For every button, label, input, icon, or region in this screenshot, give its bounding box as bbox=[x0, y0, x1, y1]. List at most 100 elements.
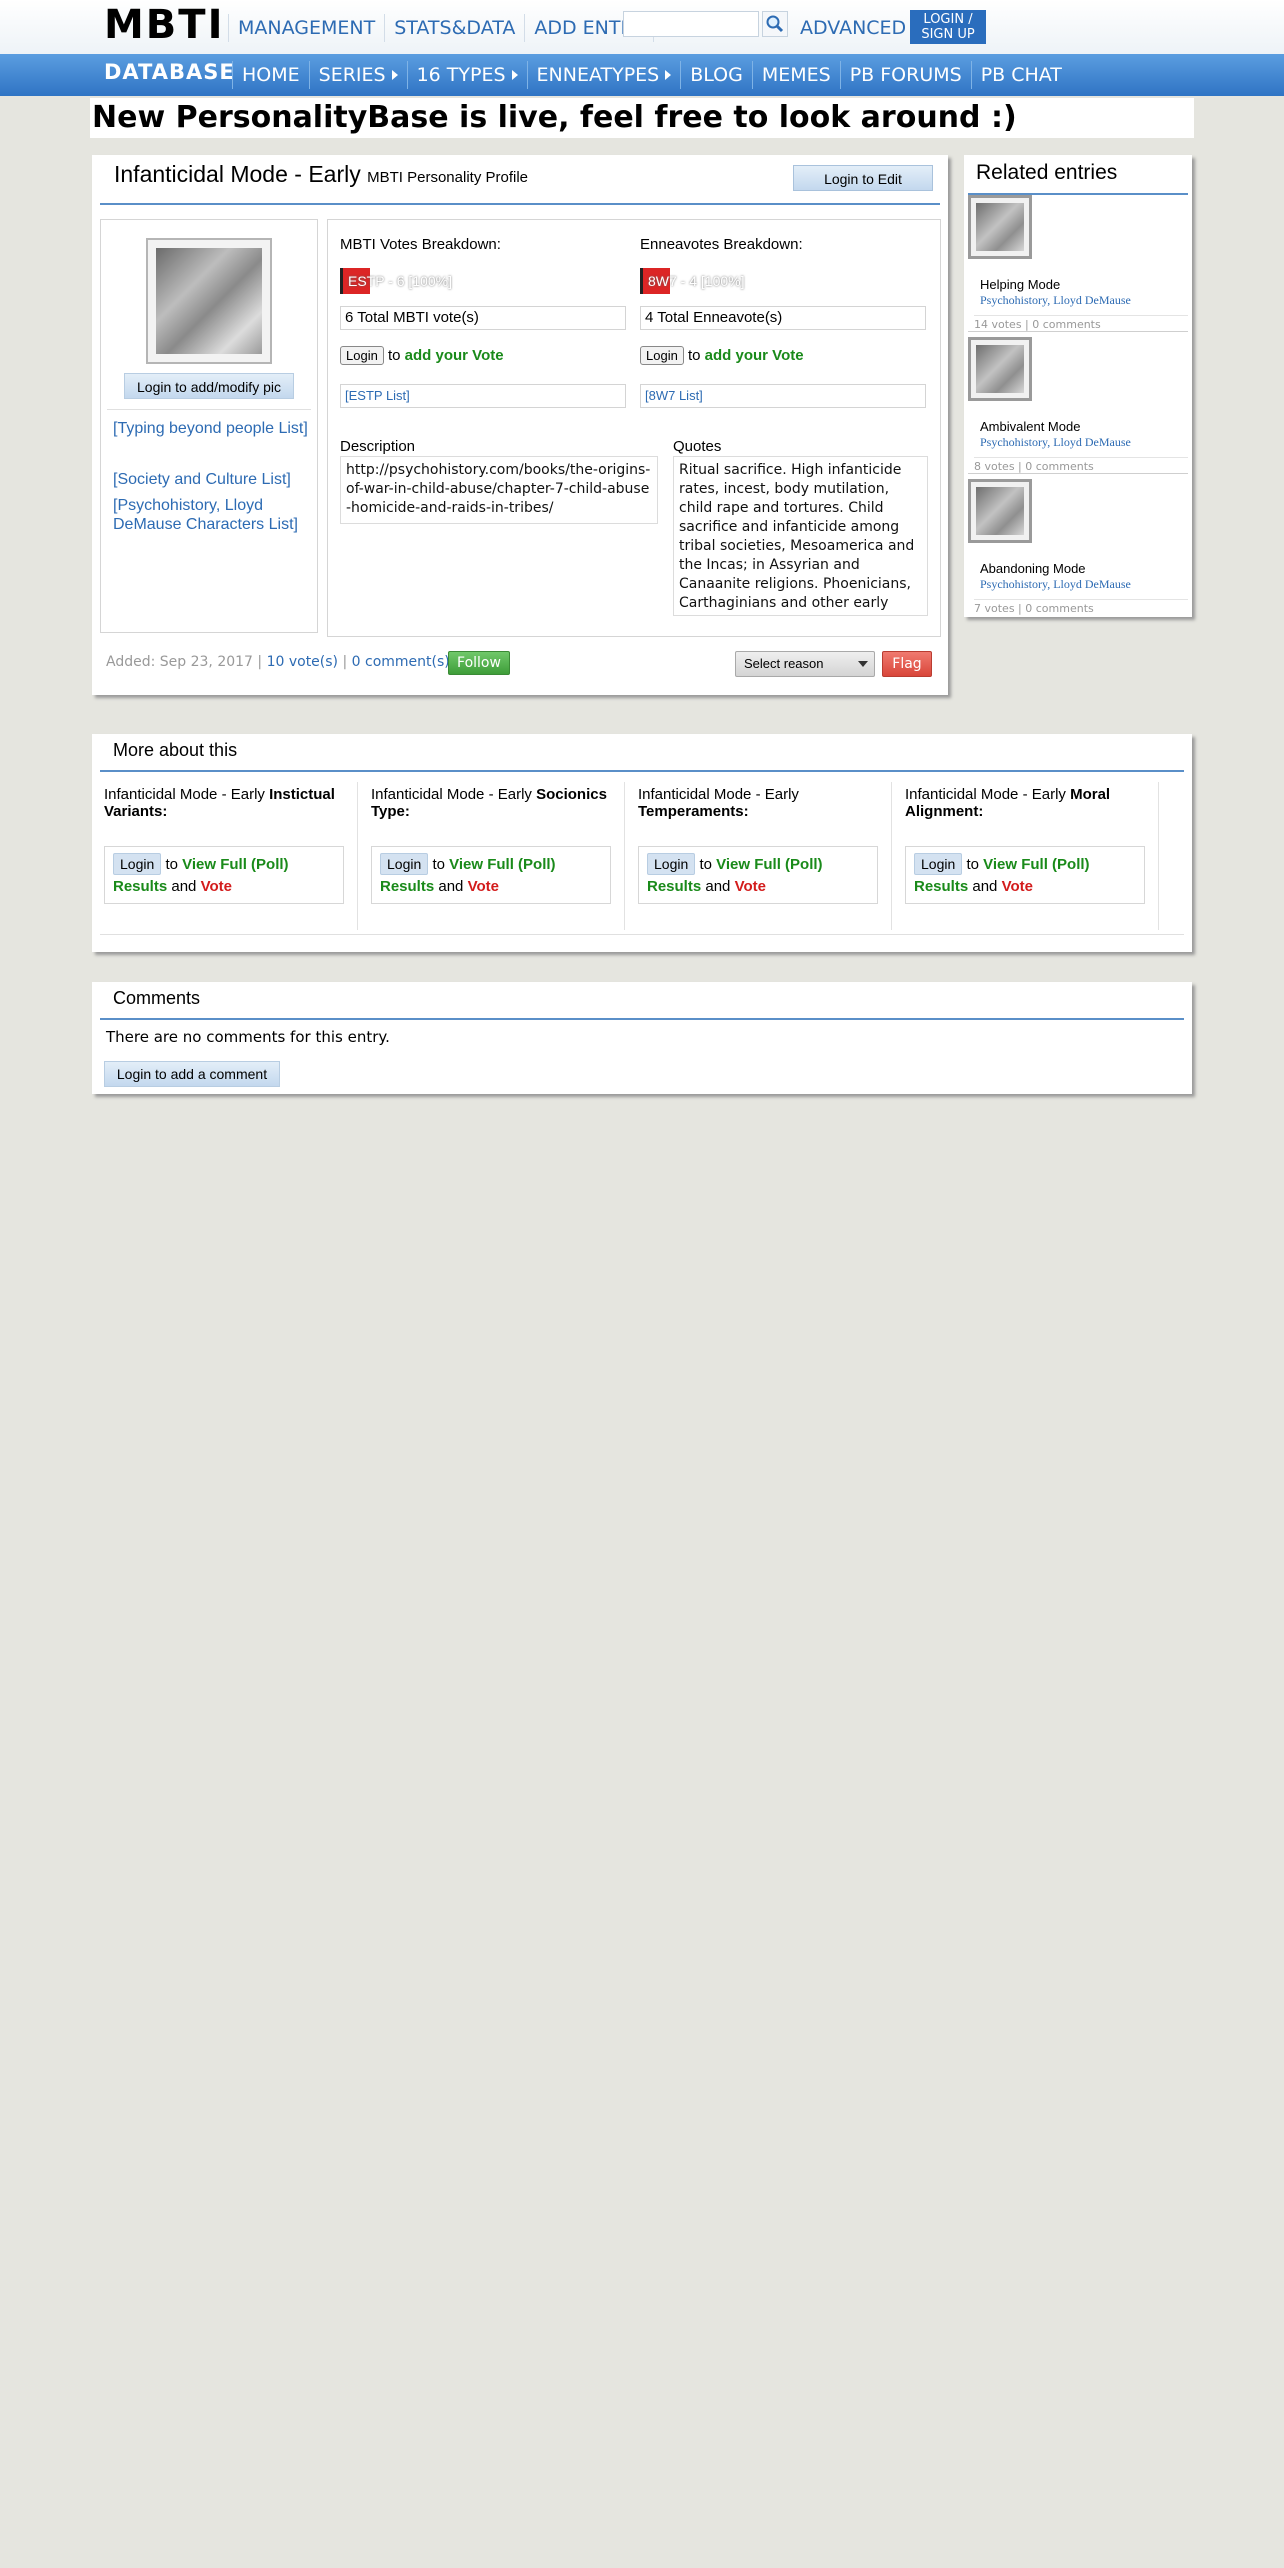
mbti-login-button[interactable]: Login bbox=[340, 346, 384, 365]
no-comments-text: There are no comments for this entry. bbox=[106, 1028, 390, 1046]
related-category[interactable]: Psychohistory, Lloyd DeMause bbox=[980, 293, 1131, 308]
ennea-add-vote-link[interactable]: add your Vote bbox=[705, 347, 804, 364]
nav-home[interactable]: HOME bbox=[232, 61, 309, 89]
related-thumbnail[interactable] bbox=[968, 195, 1032, 259]
poll-title: Infanticidal Mode - Early Moral Alignmen… bbox=[905, 786, 1111, 820]
related-meta: 7 votes | 0 comments bbox=[974, 599, 1188, 615]
ennea-type-list-link[interactable]: [8W7 List] bbox=[640, 384, 926, 408]
vote-link[interactable]: Vote bbox=[201, 878, 232, 895]
poll-title: Infanticidal Mode - Early Temperaments: bbox=[638, 786, 799, 820]
login-to-edit-button[interactable]: Login to Edit bbox=[793, 165, 933, 191]
nav-16-types[interactable]: 16 TYPES bbox=[406, 61, 527, 89]
added-date: Added: Sep 23, 2017 | bbox=[106, 654, 263, 670]
related-thumbnail[interactable] bbox=[968, 337, 1032, 401]
quotes-label: Quotes bbox=[673, 438, 722, 455]
related-name[interactable]: Helping Mode bbox=[980, 277, 1060, 292]
poll-socionics: Infanticidal Mode - Early Socionics Type… bbox=[359, 782, 625, 930]
nav-management[interactable]: MANAGEMENT bbox=[228, 14, 384, 42]
poll-login-button[interactable]: Login bbox=[380, 853, 429, 875]
quotes-text: Ritual sacrifice. High infanticide rates… bbox=[673, 456, 928, 616]
nav-blog[interactable]: BLOG bbox=[680, 61, 752, 89]
view-full-poll-link[interactable]: View Full (Poll) bbox=[983, 856, 1089, 873]
thumbnail-image bbox=[976, 487, 1024, 535]
poll-temperaments: Infanticidal Mode - Early Temperaments: … bbox=[626, 782, 892, 930]
poll-login-button[interactable]: Login bbox=[647, 853, 696, 875]
poll-login-button[interactable]: Login bbox=[113, 853, 162, 875]
ennea-total-votes: 4 Total Enneavote(s) bbox=[640, 306, 926, 330]
advanced-search-link[interactable]: ADVANCED bbox=[800, 14, 906, 42]
nav-series[interactable]: SERIES bbox=[308, 61, 407, 89]
search-button[interactable] bbox=[762, 11, 788, 37]
poll-login-box: Login to View Full (Poll) Results and Vo… bbox=[638, 846, 878, 904]
poll-moral-alignment: Infanticidal Mode - Early Moral Alignmen… bbox=[893, 782, 1159, 930]
related-item[interactable]: Ambivalent Mode Psychohistory, Lloyd DeM… bbox=[968, 337, 1188, 479]
more-about-panel: More about this Infanticidal Mode - Earl… bbox=[92, 734, 1192, 952]
page-subtitle: MBTI Personality Profile bbox=[367, 169, 529, 186]
related-item[interactable]: Helping Mode Psychohistory, Lloyd DeMaus… bbox=[968, 195, 1188, 337]
nav-stats-data[interactable]: STATS&DATA bbox=[384, 14, 524, 42]
related-thumbnail[interactable] bbox=[968, 479, 1032, 543]
mbti-type-list-link[interactable]: [ESTP List] bbox=[340, 384, 626, 408]
search-input[interactable] bbox=[623, 11, 759, 37]
follow-button[interactable]: Follow bbox=[448, 651, 510, 675]
nav-memes[interactable]: MEMES bbox=[751, 61, 840, 89]
vote-link[interactable]: Vote bbox=[1002, 878, 1033, 895]
nav-enneatypes[interactable]: ENNEATYPES bbox=[526, 61, 681, 89]
more-header: More about this bbox=[100, 734, 1184, 772]
description-text: http://psychohistory.com/books/the-origi… bbox=[340, 456, 658, 524]
ennea-votes-label: Enneavotes Breakdown: bbox=[640, 236, 803, 253]
view-full-poll-link[interactable]: View Full (Poll) bbox=[716, 856, 822, 873]
results-link[interactable]: Results bbox=[914, 878, 968, 895]
signup-line: SIGN UP bbox=[921, 27, 975, 42]
ennea-login-button[interactable]: Login bbox=[640, 346, 684, 365]
poll-instinctual: Infanticidal Mode - Early Instictual Var… bbox=[92, 782, 358, 930]
profile-panel: Infanticidal Mode - Early MBTI Personali… bbox=[92, 155, 948, 695]
related-category[interactable]: Psychohistory, Lloyd DeMause bbox=[980, 577, 1131, 592]
poll-login-box: Login to View Full (Poll) Results and Vo… bbox=[905, 846, 1145, 904]
list-link-society-culture[interactable]: [Society and Culture List] bbox=[113, 470, 313, 489]
votes-link[interactable]: 10 vote(s) bbox=[267, 654, 338, 670]
login-signup-button[interactable]: LOGIN / SIGN UP bbox=[910, 10, 986, 44]
list-link-typing-beyond-people[interactable]: [Typing beyond people List] bbox=[113, 419, 313, 438]
nav-pb-chat[interactable]: PB CHAT bbox=[970, 61, 1071, 89]
description-label: Description bbox=[340, 438, 416, 455]
announcement-banner: New PersonalityBase is live, feel free t… bbox=[90, 98, 1194, 138]
results-link[interactable]: Results bbox=[647, 878, 701, 895]
related-name[interactable]: Ambivalent Mode bbox=[980, 419, 1080, 434]
thumbnail-image bbox=[976, 345, 1024, 393]
mbti-add-vote-link[interactable]: add your Vote bbox=[405, 347, 504, 364]
login-add-comment-button[interactable]: Login to add a comment bbox=[104, 1061, 280, 1087]
results-link[interactable]: Results bbox=[113, 878, 167, 895]
related-title: Related entries bbox=[976, 161, 1118, 184]
results-link[interactable]: Results bbox=[380, 878, 434, 895]
main-nav-bar: DATABASE HOME SERIES 16 TYPES ENNEATYPES… bbox=[0, 54, 1284, 96]
more-title: More about this bbox=[113, 740, 238, 760]
view-full-poll-link[interactable]: View Full (Poll) bbox=[449, 856, 555, 873]
mbti-vote-bar-text: ESTP - 6 [100%] bbox=[348, 273, 453, 289]
vote-link[interactable]: Vote bbox=[735, 878, 766, 895]
votes-area: MBTI Votes Breakdown: ESTP - 6 [100%] 6 … bbox=[327, 219, 941, 637]
flag-button[interactable]: Flag bbox=[882, 651, 932, 677]
entry-meta: Added: Sep 23, 2017 | 10 vote(s) | 0 com… bbox=[106, 654, 459, 670]
nav-pb-forums[interactable]: PB FORUMS bbox=[839, 61, 971, 89]
poll-title: Infanticidal Mode - Early Instictual Var… bbox=[104, 786, 335, 820]
main-nav: HOME SERIES 16 TYPES ENNEATYPES BLOG MEM… bbox=[232, 61, 1071, 89]
list-link-psychohistory[interactable]: [Psychohistory, Lloyd DeMause Characters… bbox=[113, 496, 313, 534]
divider bbox=[968, 473, 1188, 474]
site-logo[interactable]: MBTI bbox=[104, 2, 224, 48]
comments-link[interactable]: 0 comment(s) bbox=[352, 654, 450, 670]
vote-link[interactable]: Vote bbox=[468, 878, 499, 895]
related-category[interactable]: Psychohistory, Lloyd DeMause bbox=[980, 435, 1131, 450]
related-item[interactable]: Abandoning Mode Psychohistory, Lloyd DeM… bbox=[968, 479, 1188, 617]
flag-reason-select[interactable]: Select reason bbox=[735, 651, 875, 677]
top-nav: MANAGEMENT STATS&DATA ADD ENTRY bbox=[228, 14, 655, 42]
view-full-poll-link[interactable]: View Full (Poll) bbox=[182, 856, 288, 873]
divider bbox=[968, 331, 1188, 332]
profile-header: Infanticidal Mode - Early MBTI Personali… bbox=[100, 155, 940, 205]
login-add-pic-button[interactable]: Login to add/modify pic bbox=[124, 373, 294, 399]
comments-panel: Comments There are no comments for this … bbox=[92, 982, 1192, 1094]
related-name[interactable]: Abandoning Mode bbox=[980, 561, 1086, 576]
poll-login-button[interactable]: Login bbox=[914, 853, 963, 875]
profile-picture bbox=[146, 238, 272, 364]
page-title: Infanticidal Mode - Early MBTI Personali… bbox=[114, 161, 529, 187]
